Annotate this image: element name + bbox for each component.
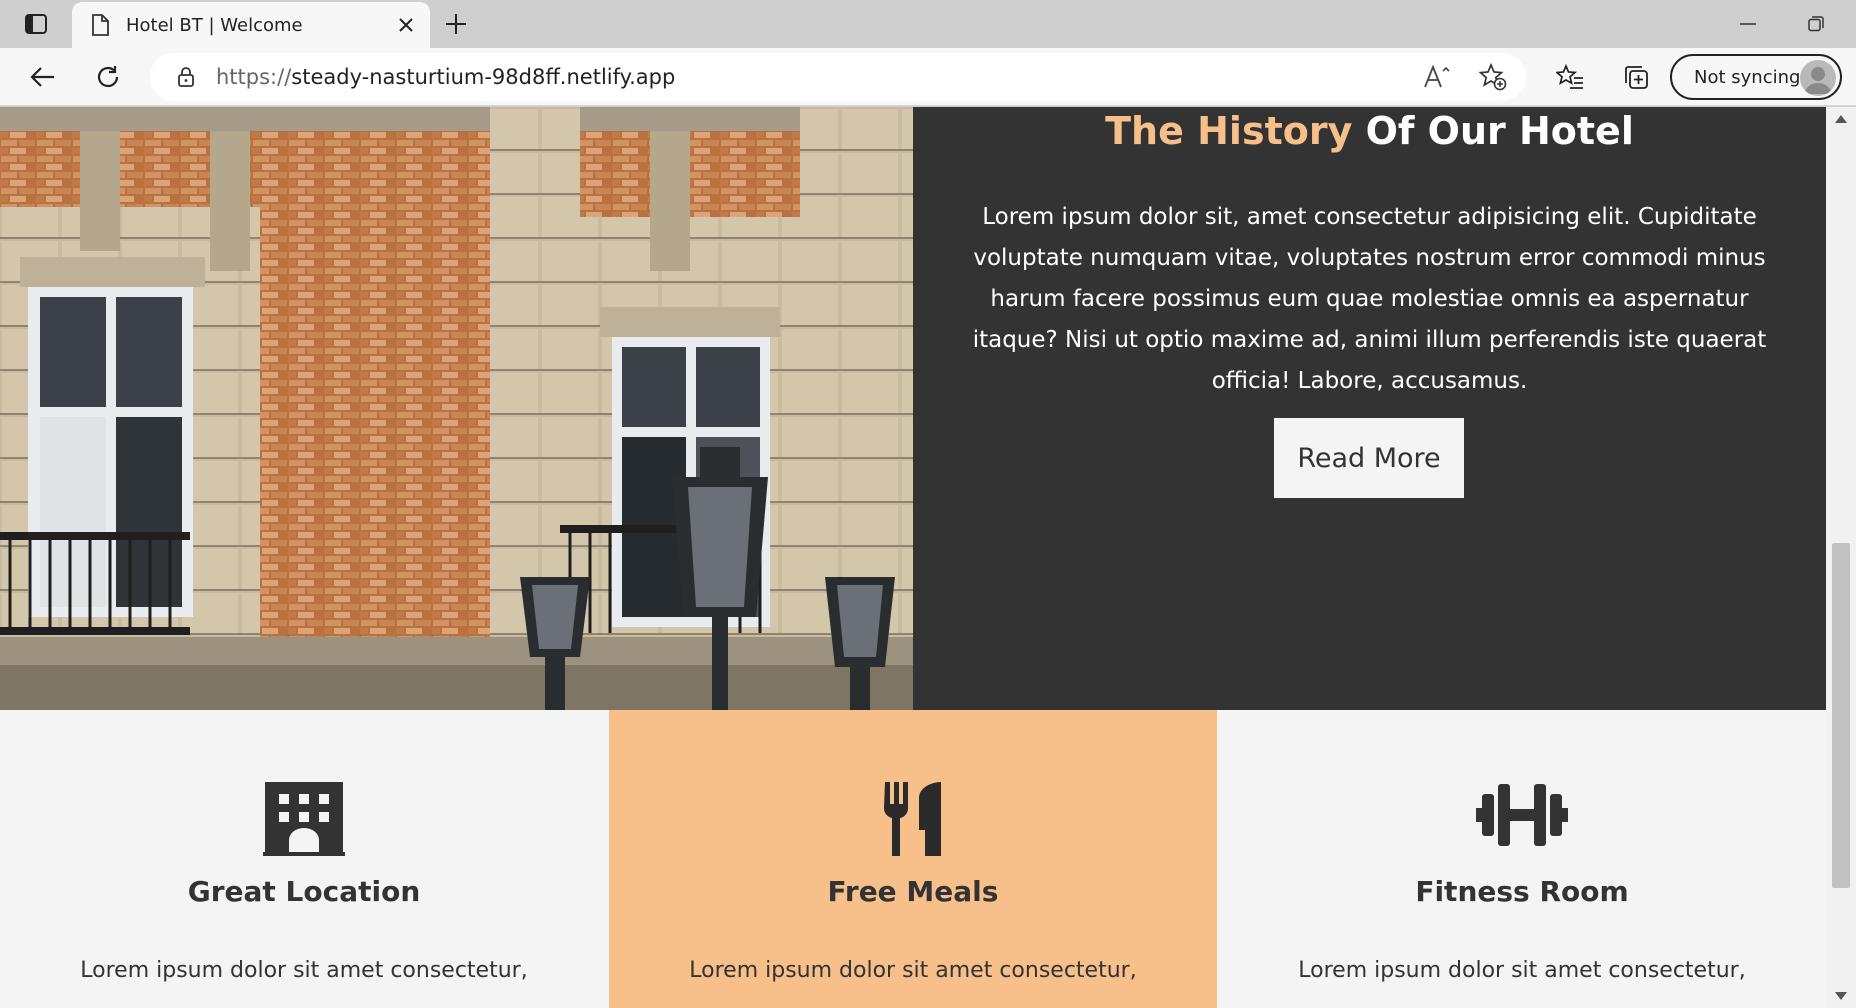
history-title-rest: Of Our Hotel (1352, 109, 1634, 153)
feature-free-meals: Free Meals Lorem ipsum dolor sit amet co… (609, 710, 1217, 1008)
fork-knife-icon (609, 782, 1217, 858)
hotel-building-icon (0, 782, 608, 858)
profile-avatar (1800, 60, 1836, 96)
back-icon[interactable] (22, 58, 62, 96)
sync-label: Not syncing (1694, 66, 1801, 88)
scroll-thumb[interactable] (1832, 543, 1850, 888)
url-text[interactable]: https://steady-nasturtium-98d8ff.netlify… (216, 65, 675, 89)
feature-text: Lorem ipsum dolor sit amet consectetur, (80, 958, 528, 983)
feature-great-location: Great Location Lorem ipsum dolor sit ame… (0, 710, 608, 1008)
read-more-button[interactable]: Read More (1274, 418, 1464, 498)
features-section: Great Location Lorem ipsum dolor sit ame… (0, 710, 1826, 1008)
hotel-facade-illustration (0, 107, 913, 710)
feature-text: Lorem ipsum dolor sit amet consectetur, (1298, 958, 1746, 983)
history-section: The History Of Our Hotel Lorem ipsum dol… (0, 107, 1826, 710)
restore-icon[interactable] (1798, 10, 1834, 38)
tab-strip: Hotel BT | Welcome (0, 0, 1856, 48)
collections-icon[interactable] (1616, 58, 1656, 96)
feature-title: Great Location (187, 875, 421, 908)
close-icon[interactable] (394, 13, 418, 37)
add-favorite-icon[interactable] (1476, 61, 1510, 93)
scroll-down-icon[interactable] (1835, 992, 1847, 1000)
feature-text: Lorem ipsum dolor sit amet consectetur, (689, 958, 1137, 983)
refresh-icon[interactable] (88, 58, 128, 96)
read-aloud-icon[interactable] (1420, 61, 1454, 93)
active-tab[interactable]: Hotel BT | Welcome (72, 2, 430, 48)
page-viewport: The History Of Our Hotel Lorem ipsum dol… (0, 107, 1826, 1008)
feature-title: Fitness Room (1415, 875, 1629, 908)
dumbbell-icon (1218, 782, 1826, 858)
feature-fitness-room: Fitness Room Lorem ipsum dolor sit amet … (1218, 710, 1826, 1008)
lock-icon[interactable] (176, 65, 196, 89)
address-bar[interactable]: https://steady-nasturtium-98d8ff.netlify… (150, 53, 1526, 101)
feature-title: Free Meals (827, 875, 999, 908)
tab-actions-icon[interactable] (18, 10, 54, 38)
scroll-up-icon[interactable] (1835, 115, 1847, 123)
browser-toolbar: https://steady-nasturtium-98d8ff.netlify… (0, 48, 1856, 106)
favorites-icon[interactable] (1550, 58, 1590, 96)
plus-icon[interactable] (442, 10, 470, 38)
page-icon (90, 13, 110, 37)
url-scheme: https:// (216, 65, 292, 89)
tab-title: Hotel BT | Welcome (126, 14, 303, 36)
url-host: steady-nasturtium-98d8ff.netlify.app (291, 65, 676, 89)
history-title: The History Of Our Hotel (913, 109, 1826, 153)
history-title-accent: The History (1105, 109, 1353, 153)
history-content: The History Of Our Hotel Lorem ipsum dol… (913, 107, 1826, 710)
sync-button[interactable]: Not syncing (1670, 54, 1842, 100)
hotel-facade-image (0, 107, 913, 710)
minimize-icon[interactable] (1730, 10, 1766, 38)
history-description: Lorem ipsum dolor sit, amet consectetur … (972, 204, 1767, 394)
vertical-scrollbar[interactable] (1826, 107, 1856, 1008)
